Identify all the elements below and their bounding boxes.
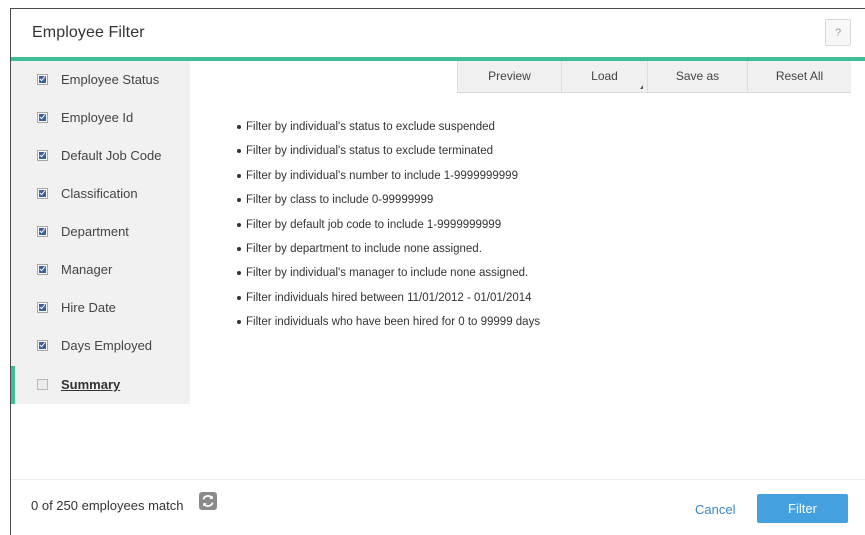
sidebar-item-label: Manager	[61, 262, 113, 277]
checkbox-default-job-code[interactable]	[37, 150, 48, 161]
sidebar-item-label: Department	[61, 224, 129, 239]
list-item: Filter by individual's status to exclude…	[237, 143, 540, 167]
filter-button[interactable]: Filter	[757, 494, 848, 523]
list-item: Filter by class to include 0-99999999	[237, 192, 540, 216]
sidebar-item-label: Classification	[61, 186, 138, 201]
employee-filter-dialog: Employee Filter ? Employee Status Employ…	[10, 8, 865, 535]
footer-divider	[11, 479, 865, 480]
sidebar-item-manager[interactable]: Manager	[11, 251, 190, 289]
sidebar-item-label: Days Employed	[61, 338, 153, 353]
sidebar-item-default-job-code[interactable]: Default Job Code	[11, 137, 190, 175]
checkbox-employee-status[interactable]	[37, 74, 48, 85]
list-item: Filter individuals hired between 11/01/2…	[237, 290, 540, 314]
sidebar-item-label: Hire Date	[61, 300, 116, 315]
save-as-button[interactable]: Save as	[647, 61, 747, 92]
checkbox-department[interactable]	[37, 226, 48, 237]
sidebar-item-classification[interactable]: Classification	[11, 175, 190, 213]
filter-summary-list: Filter by individual's status to exclude…	[237, 119, 540, 339]
dialog-title: Employee Filter	[32, 24, 145, 41]
sidebar-item-days-employed[interactable]: Days Employed	[11, 327, 190, 365]
list-item: Filter individuals who have been hired f…	[237, 314, 540, 338]
sidebar-item-employee-id[interactable]: Employee Id	[11, 99, 190, 137]
checkbox-hire-date[interactable]	[37, 302, 48, 313]
checkbox-classification[interactable]	[37, 188, 48, 199]
sidebar-item-label: Employee Status	[61, 72, 160, 87]
sidebar-item-employee-status[interactable]: Employee Status	[11, 61, 190, 99]
dialog-header: Employee Filter ?	[11, 9, 865, 61]
sidebar-item-label: Summary	[61, 377, 121, 392]
sidebar-item-department[interactable]: Department	[11, 213, 190, 251]
cancel-button[interactable]: Cancel	[695, 502, 735, 517]
checkbox-summary[interactable]	[37, 379, 48, 390]
filter-sidebar: Employee Status Employee Id Default Job …	[11, 61, 190, 404]
refresh-icon	[202, 495, 214, 507]
load-button[interactable]: Load	[561, 61, 647, 92]
list-item: Filter by individual's status to exclude…	[237, 119, 540, 143]
reset-all-button[interactable]: Reset All	[747, 61, 851, 92]
sidebar-item-label: Default Job Code	[61, 148, 162, 163]
sidebar-item-label: Employee Id	[61, 110, 134, 125]
list-item: Filter by department to include none ass…	[237, 241, 540, 265]
load-button-label: Load	[591, 69, 618, 83]
summary-toolbar: Preview Load Save as Reset All	[457, 61, 851, 93]
match-count: 0 of 250 employees match	[31, 498, 184, 513]
list-item: Filter by default job code to include 1-…	[237, 217, 540, 241]
preview-button[interactable]: Preview	[457, 61, 561, 92]
list-item: Filter by individual's number to include…	[237, 168, 540, 192]
help-button[interactable]: ?	[825, 19, 851, 46]
sidebar-item-hire-date[interactable]: Hire Date	[11, 289, 190, 327]
checkbox-employee-id[interactable]	[37, 112, 48, 123]
list-item: Filter by individual's manager to includ…	[237, 265, 540, 289]
refresh-button[interactable]	[199, 492, 217, 510]
checkbox-manager[interactable]	[37, 264, 48, 275]
checkbox-days-employed[interactable]	[37, 340, 48, 351]
sidebar-item-summary[interactable]: Summary	[11, 366, 190, 404]
dropdown-caret-icon	[640, 85, 643, 89]
